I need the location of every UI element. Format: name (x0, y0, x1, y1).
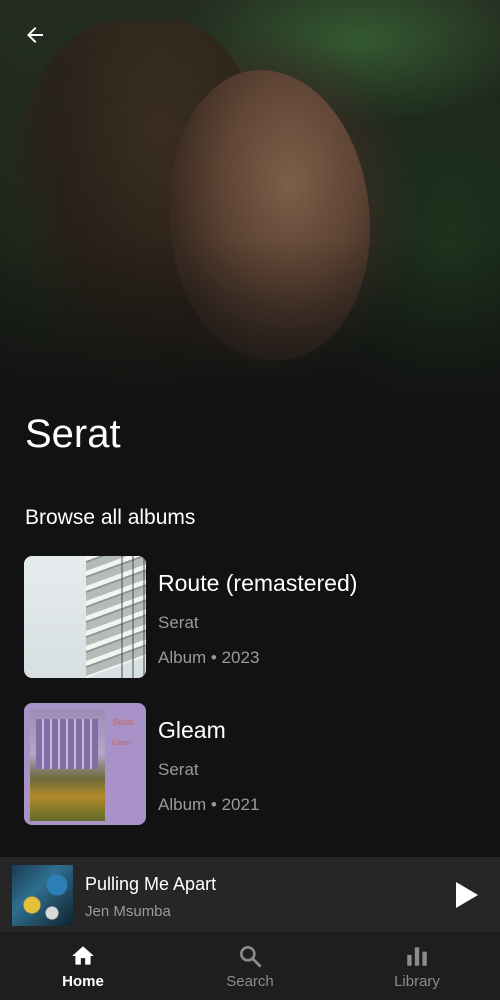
mini-player[interactable]: Pulling Me Apart Jen Msumba (0, 857, 500, 932)
bottom-navigation: Home Search Library (0, 932, 500, 1000)
album-artist: Serat (158, 760, 199, 779)
cover-text-title: Gleam (112, 740, 133, 747)
album-title: Route (remastered) (158, 570, 358, 596)
cover-text-artist: Serat (112, 717, 134, 727)
now-playing-title: Pulling Me Apart (85, 874, 217, 894)
artist-hero-image (0, 0, 500, 480)
cover-photo (30, 709, 105, 821)
nav-label: Library (394, 973, 440, 990)
album-meta: Album • 2023 (158, 648, 260, 667)
artist-name: Serat (25, 412, 121, 456)
play-button[interactable] (446, 875, 486, 915)
album-item[interactable]: Route (remastered) Serat Album • 2023 (24, 556, 484, 680)
now-playing-artwork (12, 865, 73, 926)
back-button[interactable] (18, 18, 52, 52)
album-artist: Serat (158, 613, 199, 632)
cover-windows (36, 719, 98, 769)
album-item[interactable]: Serat Gleam Gleam Serat Album • 2021 (24, 703, 484, 827)
search-icon (237, 943, 263, 969)
album-meta: Album • 2021 (158, 795, 260, 814)
arrow-left-icon (27, 27, 43, 43)
hero-gradient-overlay (0, 0, 500, 480)
album-cover (24, 556, 146, 678)
album-cover: Serat Gleam (24, 703, 146, 825)
nav-label: Home (62, 973, 104, 990)
album-title: Gleam (158, 717, 226, 743)
library-icon (404, 943, 430, 969)
building-windows (112, 556, 146, 678)
nav-home[interactable]: Home (0, 932, 166, 1000)
section-title: Browse all albums (25, 506, 196, 529)
now-playing-artist: Jen Msumba (85, 903, 171, 920)
nav-search[interactable]: Search (167, 932, 333, 1000)
home-icon (70, 943, 96, 969)
play-icon (456, 882, 478, 908)
nav-label: Search (226, 973, 274, 990)
nav-library[interactable]: Library (334, 932, 500, 1000)
